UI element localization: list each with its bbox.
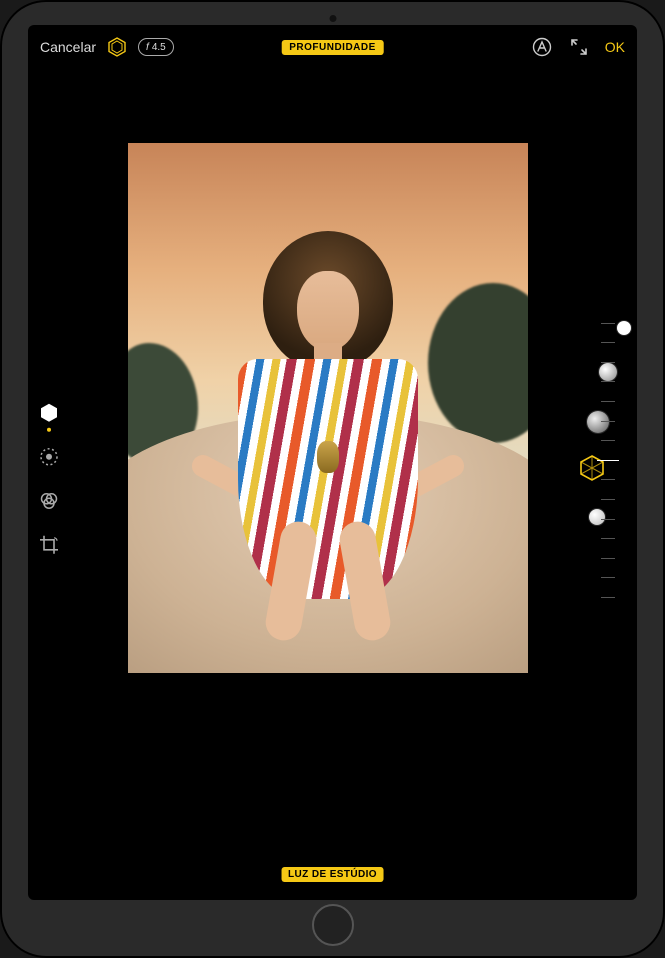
ipad-device-frame: Cancelar f4.5 PROFUNDIDADE [0, 0, 665, 958]
adjust-tool-button[interactable] [36, 443, 62, 469]
filters-tool-button[interactable] [36, 487, 62, 513]
lighting-option[interactable] [617, 321, 631, 335]
top-toolbar: Cancelar f4.5 PROFUNDIDADE [28, 25, 637, 69]
front-camera-dot [329, 15, 336, 22]
photo-subject [213, 231, 443, 611]
portrait-tool-button[interactable] [36, 399, 62, 425]
aperture-button[interactable]: f4.5 [138, 38, 174, 56]
home-button[interactable] [312, 904, 354, 946]
cancel-button[interactable]: Cancelar [40, 39, 96, 55]
fullscreen-button[interactable] [569, 37, 589, 57]
lighting-name-badge: LUZ DE ESTÚDIO [281, 867, 384, 882]
portrait-badge-icon[interactable] [106, 36, 128, 58]
screen: Cancelar f4.5 PROFUNDIDADE [28, 25, 637, 900]
edit-tools-rail [36, 399, 62, 557]
aperture-value: 4.5 [152, 42, 166, 53]
done-button[interactable]: OK [605, 39, 625, 55]
photo-canvas[interactable] [128, 143, 528, 673]
markup-button[interactable] [531, 36, 553, 58]
intensity-slider[interactable] [597, 323, 619, 603]
crop-tool-button[interactable] [36, 531, 62, 557]
mode-badge: PROFUNDIDADE [281, 40, 384, 55]
toolbar-right-group: OK [531, 36, 625, 58]
